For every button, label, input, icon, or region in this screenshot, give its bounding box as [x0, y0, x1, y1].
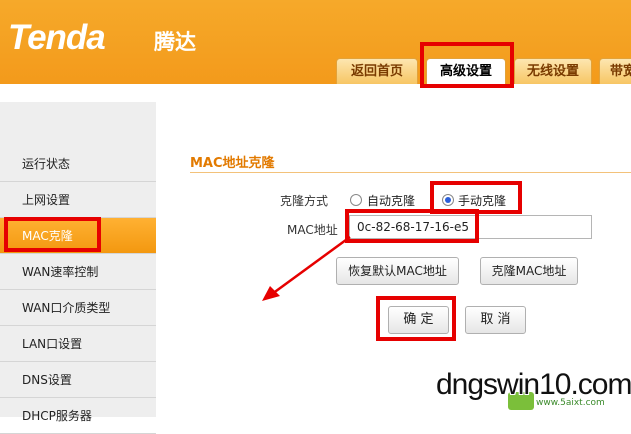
page-title: MAC地址克隆 [190, 156, 275, 171]
mac-address-label: MAC地址 [287, 223, 338, 237]
clone-mac-button[interactable]: 克隆MAC地址 [480, 257, 578, 285]
radio-manual-clone[interactable] [442, 194, 454, 206]
tenda-logo: Tenda [8, 18, 106, 57]
watermark-sub: www.5aixt.com [536, 398, 605, 408]
sidebar-item-dns[interactable]: DNS设置 [0, 362, 156, 398]
title-divider [190, 172, 631, 173]
mac-address-input[interactable]: 0c-82-68-17-16-e5 [349, 215, 592, 239]
tab-wireless-settings[interactable]: 无线设置 [514, 58, 592, 84]
sidebar-item-dhcp[interactable]: DHCP服务器 [0, 398, 156, 434]
radio-auto-clone-label: 自动克隆 [367, 194, 416, 208]
ok-button[interactable]: 确 定 [388, 306, 449, 334]
sidebar-item-wan-rate[interactable]: WAN速率控制 [0, 254, 156, 290]
sidebar: 运行状态 上网设置 MAC克隆 WAN速率控制 WAN口介质类型 LAN口设置 … [0, 102, 156, 434]
tab-bandwidth[interactable]: 带宽 [599, 58, 631, 84]
tenda-logo-cn: 腾达 [154, 30, 196, 54]
radio-selected-dot [445, 197, 451, 203]
radio-auto-clone[interactable] [350, 194, 362, 206]
tab-home[interactable]: 返回首页 [336, 58, 418, 84]
sidebar-item-status[interactable]: 运行状态 [0, 146, 156, 182]
radio-manual-clone-label: 手动克隆 [458, 194, 507, 208]
sidebar-item-internet[interactable]: 上网设置 [0, 182, 156, 218]
sidebar-item-wan-medium[interactable]: WAN口介质类型 [0, 290, 156, 326]
restore-default-mac-button[interactable]: 恢复默认MAC地址 [336, 257, 459, 285]
tab-advanced-settings[interactable]: 高级设置 [426, 58, 506, 84]
cancel-button[interactable]: 取 消 [465, 306, 526, 334]
sidebar-item-mac-clone[interactable]: MAC克隆 [0, 218, 156, 254]
header: Tenda 腾达 返回首页 高级设置 无线设置 带宽 [0, 0, 631, 84]
sidebar-item-lan[interactable]: LAN口设置 [0, 326, 156, 362]
clone-mode-label: 克隆方式 [280, 194, 329, 208]
watermark-text: dngswin10.com [436, 368, 631, 401]
